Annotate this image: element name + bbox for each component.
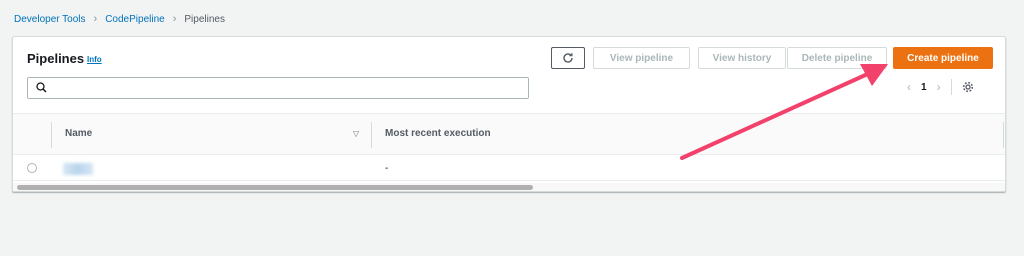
column-divider[interactable] xyxy=(371,122,372,148)
horizontal-scrollbar[interactable] xyxy=(13,183,1005,191)
breadcrumb-codepipeline[interactable]: CodePipeline xyxy=(105,14,165,25)
gear-icon xyxy=(962,81,973,93)
table-row[interactable]: - xyxy=(13,155,1005,181)
table-header: Name ▽ Most recent execution xyxy=(13,113,1005,155)
pager-divider xyxy=(950,79,952,95)
most-recent-execution-cell: - xyxy=(385,163,389,174)
view-pipeline-button[interactable]: View pipeline xyxy=(593,47,690,69)
pipelines-panel: Pipelines Info View pipeline View histor… xyxy=(12,36,1006,192)
pagination: ‹ 1 › xyxy=(907,79,974,95)
search-input[interactable] xyxy=(52,80,522,96)
next-page-icon[interactable]: › xyxy=(937,80,941,94)
settings-button[interactable] xyxy=(962,81,974,93)
search-icon xyxy=(36,82,47,93)
chevron-right-icon: › xyxy=(93,13,98,25)
chevron-right-icon: › xyxy=(172,13,177,25)
breadcrumb: Developer Tools › CodePipeline › Pipelin… xyxy=(14,13,225,25)
delete-pipeline-button[interactable]: Delete pipeline xyxy=(787,47,887,69)
search-field[interactable] xyxy=(27,77,529,99)
create-pipeline-button[interactable]: Create pipeline xyxy=(893,47,993,69)
breadcrumb-current: Pipelines xyxy=(184,13,225,25)
refresh-icon xyxy=(563,53,573,63)
column-header-name[interactable]: Name xyxy=(65,128,92,139)
sort-descending-icon[interactable]: ▽ xyxy=(353,129,359,138)
column-divider xyxy=(51,122,52,148)
info-link[interactable]: Info xyxy=(87,55,102,64)
scrollbar-thumb[interactable] xyxy=(17,185,533,190)
current-page-number[interactable]: 1 xyxy=(921,82,927,93)
row-select-radio[interactable] xyxy=(27,163,37,173)
previous-page-icon[interactable]: ‹ xyxy=(907,80,911,94)
view-history-button[interactable]: View history xyxy=(698,47,786,69)
column-divider[interactable] xyxy=(1003,122,1004,148)
page-title: Pipelines xyxy=(27,51,85,66)
breadcrumb-developer-tools[interactable]: Developer Tools xyxy=(14,14,86,25)
refresh-button[interactable] xyxy=(551,47,585,69)
column-header-most-recent-execution[interactable]: Most recent execution xyxy=(385,128,491,139)
pipeline-name-link[interactable] xyxy=(63,163,93,175)
